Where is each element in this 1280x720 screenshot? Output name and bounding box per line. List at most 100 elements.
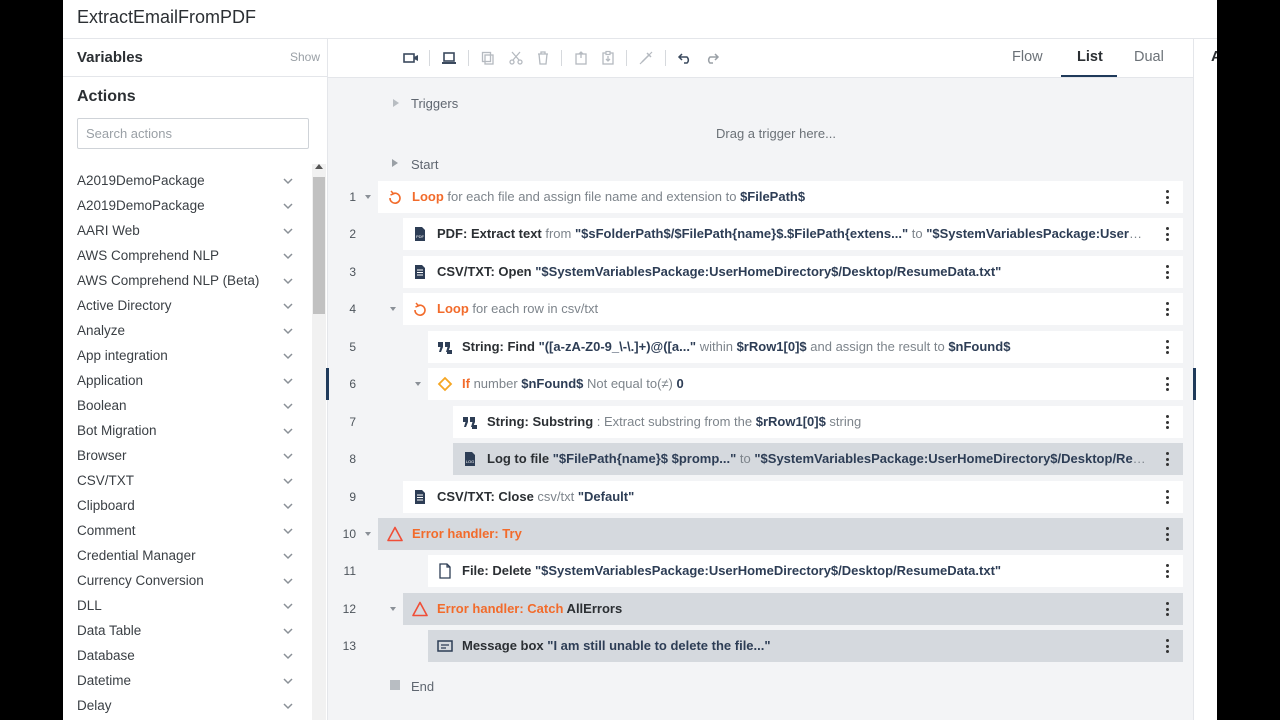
action-card[interactable]: Loop for each row in csv/txt	[403, 293, 1183, 325]
action-package-item[interactable]: AWS Comprehend NLP	[63, 244, 309, 269]
action-step-row[interactable]: 1 Loop for each file and assign file name…	[328, 181, 1193, 213]
more-options-icon[interactable]	[1165, 264, 1169, 280]
undo-icon[interactable]	[676, 49, 694, 67]
start-label[interactable]: Start	[411, 157, 438, 172]
action-step-row[interactable]: 9 CSV/TXT: Close csv/txt "Default"	[328, 481, 1193, 513]
action-step-row[interactable]: 10 Error handler: Try	[328, 518, 1193, 550]
action-package-item[interactable]: Data Table	[63, 619, 309, 644]
chevron-down-icon[interactable]	[281, 499, 295, 513]
start-expand-icon[interactable]	[392, 159, 398, 167]
action-package-item[interactable]: Active Directory	[63, 294, 309, 319]
chevron-down-icon[interactable]	[281, 599, 295, 613]
collapse-arrow-icon[interactable]	[390, 607, 396, 611]
more-options-icon[interactable]	[1165, 189, 1169, 205]
tab-list[interactable]: List	[1077, 49, 1103, 65]
chevron-down-icon[interactable]	[281, 349, 295, 363]
action-step-row[interactable]: 2 PDF PDF: Extract text from "$sFolderPath…	[328, 218, 1193, 250]
chevron-down-icon[interactable]	[281, 324, 295, 338]
action-card[interactable]: Error handler: Try	[378, 518, 1183, 550]
action-card[interactable]: CSV/TXT: Open "$SystemVariablesPackage:U…	[403, 256, 1183, 288]
action-package-item[interactable]: A2019DemoPackage	[63, 194, 309, 219]
action-package-item[interactable]: Credential Manager	[63, 544, 309, 569]
action-package-item[interactable]: Bot Migration	[63, 419, 309, 444]
show-variables-link[interactable]: Show	[290, 50, 320, 64]
collapse-arrow-icon[interactable]	[415, 382, 421, 386]
trigger-drop-hint[interactable]: Drag a trigger here...	[716, 126, 836, 141]
action-list-scrollbar[interactable]	[312, 164, 326, 720]
chevron-down-icon[interactable]	[281, 549, 295, 563]
paste-below-icon[interactable]	[599, 49, 617, 67]
chevron-down-icon[interactable]	[281, 299, 295, 313]
action-step-row[interactable]: 8 LOG Log to file "$FilePath{name}$ $promp…	[328, 443, 1193, 475]
chevron-down-icon[interactable]	[281, 374, 295, 388]
action-package-item[interactable]: Analyze	[63, 319, 309, 344]
action-package-item[interactable]: Comment	[63, 519, 309, 544]
action-package-item[interactable]: Application	[63, 369, 309, 394]
chevron-down-icon[interactable]	[281, 274, 295, 288]
delete-icon[interactable]	[534, 49, 552, 67]
redo-icon[interactable]	[703, 49, 721, 67]
more-options-icon[interactable]	[1165, 638, 1169, 654]
action-package-item[interactable]: Currency Conversion	[63, 569, 309, 594]
action-card[interactable]: If number $nFound$ Not equal to(≠) 0	[428, 368, 1183, 400]
action-card[interactable]: PDF PDF: Extract text from "$sFolderPath$…	[403, 218, 1183, 250]
more-options-icon[interactable]	[1165, 301, 1169, 317]
tab-dual[interactable]: Dual	[1134, 49, 1164, 65]
action-package-item[interactable]: Boolean	[63, 394, 309, 419]
action-package-item[interactable]: A2019DemoPackage	[63, 169, 309, 194]
action-card[interactable]: File: Delete "$SystemVariablesPackage:Us…	[428, 555, 1183, 587]
action-card[interactable]: String: Find "([a-zA-Z0-9_\-\.]+)@([a...…	[428, 331, 1183, 363]
tab-flow[interactable]: Flow	[1012, 49, 1043, 65]
action-card[interactable]: LOG Log to file "$FilePath{name}$ $promp.…	[453, 443, 1183, 475]
action-package-item[interactable]: CSV/TXT	[63, 469, 309, 494]
chevron-down-icon[interactable]	[281, 674, 295, 688]
scroll-thumb[interactable]	[313, 177, 325, 314]
more-options-icon[interactable]	[1165, 563, 1169, 579]
more-options-icon[interactable]	[1165, 526, 1169, 542]
triggers-label[interactable]: Triggers	[411, 96, 458, 111]
action-package-item[interactable]: Delay	[63, 694, 309, 719]
chevron-down-icon[interactable]	[281, 574, 295, 588]
chevron-down-icon[interactable]	[281, 249, 295, 263]
action-card[interactable]: Message box "I am still unable to delete…	[428, 630, 1183, 662]
action-package-item[interactable]: AWS Comprehend NLP (Beta)	[63, 269, 309, 294]
record-icon[interactable]	[402, 49, 420, 67]
chevron-down-icon[interactable]	[281, 474, 295, 488]
action-card[interactable]: Error handler: Catch AllErrors	[403, 593, 1183, 625]
chevron-down-icon[interactable]	[281, 624, 295, 638]
chevron-down-icon[interactable]	[281, 699, 295, 713]
collapse-arrow-icon[interactable]	[365, 195, 371, 199]
action-step-row[interactable]: 5 String: Find "([a-zA-Z0-9_\-\.]+)@([a..…	[328, 331, 1193, 363]
more-options-icon[interactable]	[1165, 339, 1169, 355]
more-options-icon[interactable]	[1165, 451, 1169, 467]
action-package-item[interactable]: Clipboard	[63, 494, 309, 519]
chevron-down-icon[interactable]	[281, 524, 295, 538]
chevron-down-icon[interactable]	[281, 199, 295, 213]
action-card[interactable]: Loop for each file and assign file name …	[378, 181, 1183, 213]
laptop-icon[interactable]	[440, 49, 458, 67]
more-options-icon[interactable]	[1165, 414, 1169, 430]
disable-icon[interactable]	[637, 49, 655, 67]
action-card[interactable]: String: Substring : Extract substring fr…	[453, 406, 1183, 438]
action-package-item[interactable]: AARI Web	[63, 219, 309, 244]
scroll-up-arrow-icon[interactable]	[315, 164, 323, 169]
collapse-arrow-icon[interactable]	[365, 532, 371, 536]
collapse-arrow-icon[interactable]	[390, 307, 396, 311]
search-actions-input[interactable]	[77, 118, 309, 149]
action-step-row[interactable]: 3 CSV/TXT: Open "$SystemVariablesPackage:…	[328, 256, 1193, 288]
action-package-item[interactable]: DLL	[63, 594, 309, 619]
variables-header[interactable]: Variables Show	[63, 39, 327, 77]
cut-icon[interactable]	[507, 49, 525, 67]
chevron-down-icon[interactable]	[281, 224, 295, 238]
action-package-item[interactable]: Datetime	[63, 669, 309, 694]
chevron-down-icon[interactable]	[281, 449, 295, 463]
action-step-row[interactable]: 12 Error handler: Catch AllErrors	[328, 593, 1193, 625]
action-package-item[interactable]: App integration	[63, 344, 309, 369]
more-options-icon[interactable]	[1165, 226, 1169, 242]
chevron-down-icon[interactable]	[281, 649, 295, 663]
more-options-icon[interactable]	[1165, 489, 1169, 505]
copy-icon[interactable]	[479, 49, 497, 67]
action-card[interactable]: CSV/TXT: Close csv/txt "Default"	[403, 481, 1183, 513]
chevron-down-icon[interactable]	[281, 399, 295, 413]
action-package-item[interactable]: Database	[63, 644, 309, 669]
